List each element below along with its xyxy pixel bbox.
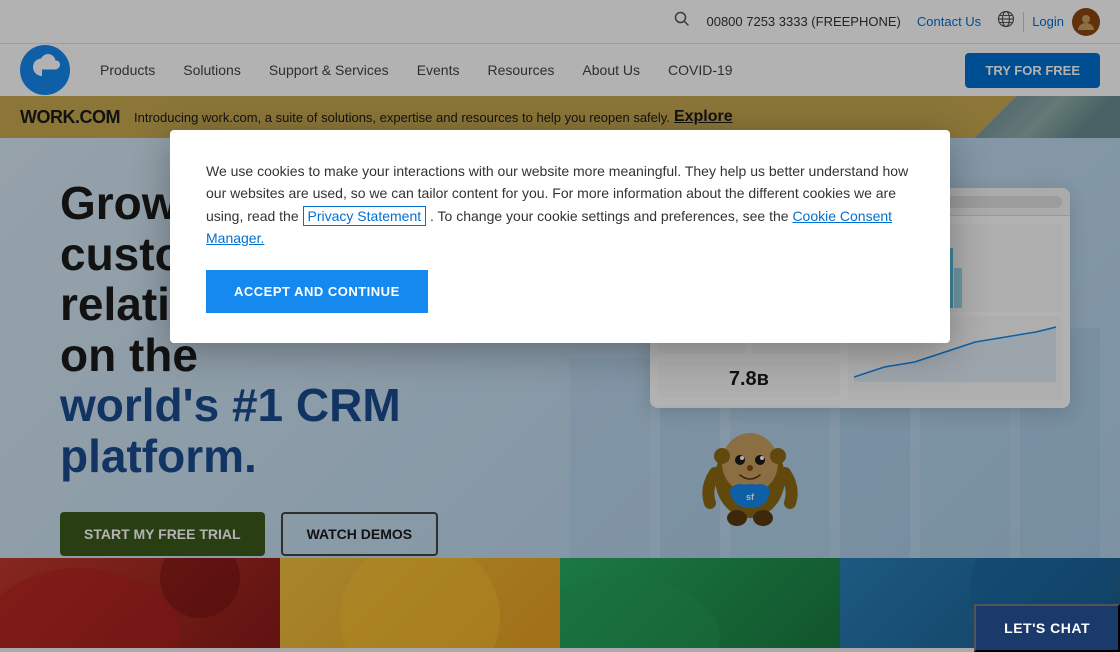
cookie-modal-overlay: We use cookies to make your interactions… — [0, 0, 1120, 652]
cookie-text: We use cookies to make your interactions… — [206, 160, 914, 250]
cookie-text-mid: . To change your cookie settings and pre… — [430, 208, 789, 224]
privacy-statement-link[interactable]: Privacy Statement — [303, 206, 427, 226]
accept-cookies-button[interactable]: ACCEPT AND CONTINUE — [206, 270, 428, 313]
cookie-modal: We use cookies to make your interactions… — [170, 130, 950, 343]
lets-chat-button[interactable]: LET'S CHAT — [974, 604, 1120, 652]
